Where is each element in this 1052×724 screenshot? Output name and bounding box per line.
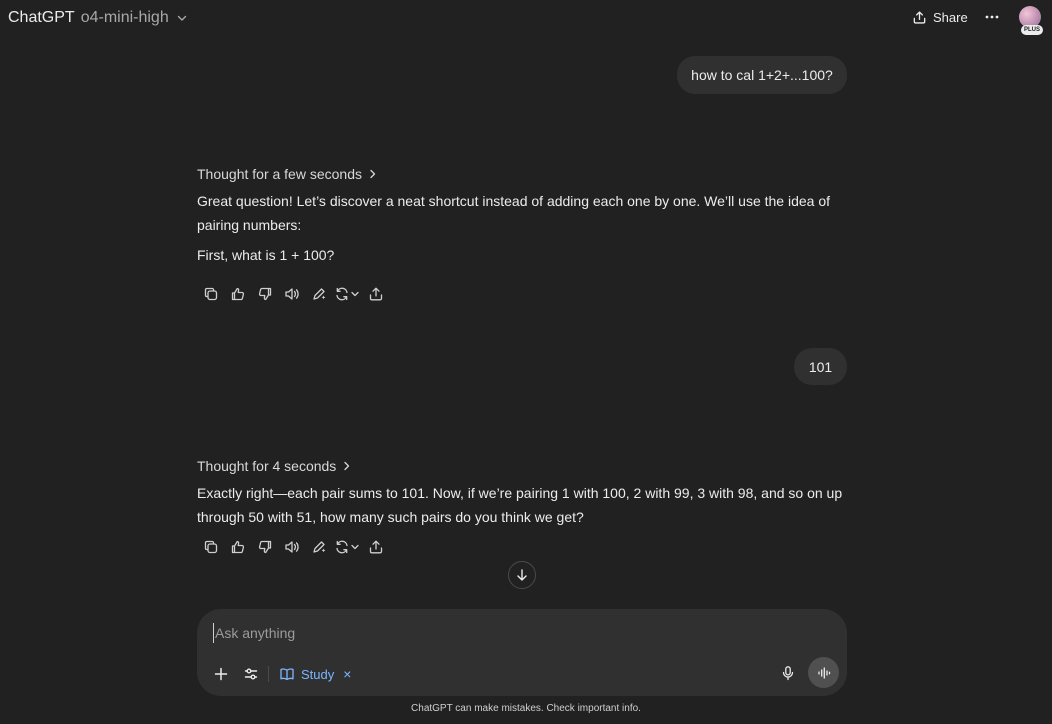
user-message: how to cal 1+2+...100?: [677, 56, 847, 94]
disclaimer: ChatGPT can make mistakes. Check importa…: [411, 703, 641, 714]
share-icon: [912, 10, 927, 25]
composer: Study ×: [197, 609, 847, 696]
regenerate-icon: [336, 287, 348, 301]
app-title: ChatGPT: [8, 9, 75, 26]
thought-toggle[interactable]: Thought for a few seconds: [197, 165, 377, 183]
voice-mode-button[interactable]: [808, 657, 839, 688]
message-actions: [197, 284, 389, 304]
thumbs-up-icon: [231, 287, 244, 301]
thought-label: Thought for a few seconds: [197, 166, 362, 182]
message-paragraph: Exactly right—each pair sums to 101. Now…: [197, 485, 843, 525]
arrow-down-icon: [517, 569, 527, 581]
tools-button[interactable]: [239, 662, 263, 686]
chevron-right-icon: [369, 169, 377, 179]
chevron-down-icon: [176, 12, 188, 24]
thumbs-up-icon: [231, 540, 244, 554]
thought-label: Thought for 4 seconds: [197, 458, 337, 474]
tools-icon: [244, 668, 258, 680]
thumbs-down-icon: [258, 540, 271, 554]
thumbs-down-icon: [258, 287, 271, 301]
chevron-down-icon: [351, 544, 359, 550]
voice-waveform-icon: [817, 666, 830, 679]
study-mode-chip[interactable]: Study ×: [279, 662, 351, 686]
share-icon: [369, 540, 382, 554]
regenerate-button[interactable]: [332, 537, 362, 557]
edit-in-canvas-button[interactable]: [305, 537, 332, 557]
read-aloud-icon: [284, 541, 299, 553]
dictate-button[interactable]: [777, 661, 799, 685]
read-aloud-icon: [284, 288, 299, 300]
model-name: o4-mini-high: [80, 9, 169, 26]
copy-button[interactable]: [197, 537, 224, 557]
regenerate-button[interactable]: [332, 284, 362, 304]
plan-badge: PLUS: [1021, 25, 1043, 35]
share-message-button[interactable]: [362, 537, 389, 557]
chevron-right-icon: [343, 461, 351, 471]
share-button[interactable]: Share: [912, 6, 968, 28]
message-actions: [197, 537, 389, 557]
remove-study-button[interactable]: ×: [343, 666, 351, 682]
more-options-button[interactable]: [982, 8, 1002, 26]
study-label: Study: [301, 666, 335, 682]
chevron-down-icon: [351, 291, 359, 297]
copy-button[interactable]: [197, 284, 224, 304]
top-bar: ChatGPT o4-mini-high Share PLUS: [0, 0, 1052, 36]
good-response-button[interactable]: [224, 284, 251, 304]
edit-icon: [312, 288, 325, 300]
thought-toggle[interactable]: Thought for 4 seconds: [197, 457, 351, 475]
user-message: 101: [794, 348, 847, 385]
edit-icon: [312, 541, 325, 553]
edit-in-canvas-button[interactable]: [305, 284, 332, 304]
scroll-to-bottom-button[interactable]: [508, 561, 536, 589]
copy-icon: [204, 287, 217, 301]
message-paragraph: First, what is 1 + 100?: [197, 247, 335, 263]
plus-icon: [214, 667, 228, 681]
add-attachment-button[interactable]: [209, 662, 233, 686]
good-response-button[interactable]: [224, 537, 251, 557]
bad-response-button[interactable]: [251, 284, 278, 304]
copy-icon: [204, 540, 217, 554]
study-book-icon: [280, 668, 294, 681]
message-paragraph: Great question! Let’s discover a neat sh…: [197, 193, 831, 233]
share-label: Share: [933, 9, 968, 25]
assistant-message: Thought for 4 seconds Exactly right—each…: [197, 457, 847, 554]
share-icon: [369, 287, 382, 301]
divider: [268, 666, 269, 682]
bad-response-button[interactable]: [251, 537, 278, 557]
share-message-button[interactable]: [362, 284, 389, 304]
regenerate-icon: [336, 540, 348, 554]
model-switcher[interactable]: ChatGPT o4-mini-high: [8, 7, 188, 29]
mic-icon: [782, 666, 794, 681]
assistant-message: Thought for a few seconds Great question…: [197, 165, 847, 301]
read-aloud-button[interactable]: [278, 284, 305, 304]
read-aloud-button[interactable]: [278, 537, 305, 557]
prompt-input[interactable]: [213, 623, 773, 643]
ellipsis-icon: [985, 15, 999, 19]
